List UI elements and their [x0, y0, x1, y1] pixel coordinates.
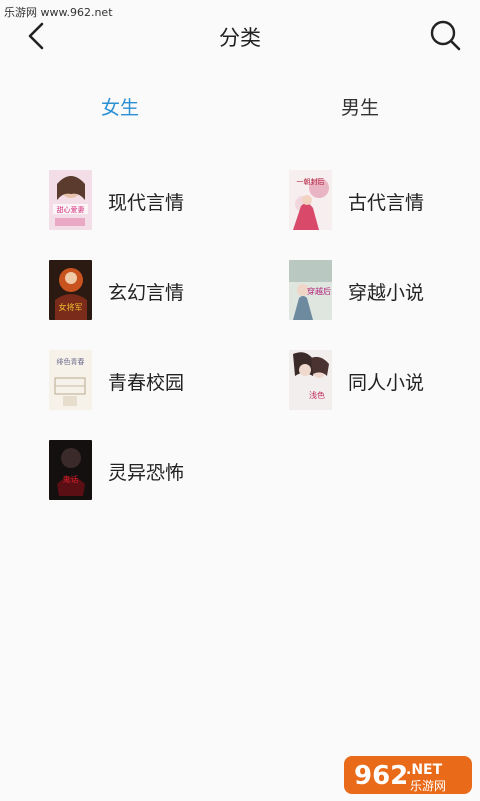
category-modern-romance[interactable]: 甜心爱妻 现代言情 [49, 170, 249, 230]
search-button[interactable] [428, 18, 462, 52]
category-label: 同人小说 [348, 372, 425, 394]
book-cover-image: 绯色青春 [49, 350, 92, 410]
gender-tabs: 女生 男生 [0, 88, 480, 128]
category-label: 穿越小说 [348, 282, 425, 304]
category-label: 青春校园 [108, 372, 185, 394]
svg-text:乐游网: 乐游网 [410, 779, 446, 793]
book-cover-image: 穿越后 [289, 260, 332, 320]
page-title: 分类 [219, 26, 261, 50]
svg-text:962: 962 [354, 761, 408, 791]
book-cover-image: 浅色 [289, 350, 332, 410]
svg-text:.NET: .NET [406, 762, 443, 778]
category-horror[interactable]: 鬼话 灵异恐怖 [49, 440, 249, 500]
svg-text:女将军: 女将军 [59, 302, 83, 312]
svg-text:一朝封后: 一朝封后 [297, 177, 325, 186]
svg-text:鬼话: 鬼话 [63, 474, 79, 484]
search-icon [430, 20, 461, 51]
site-logo: 962 .NET 乐游网 [344, 752, 476, 796]
book-cover-image: 鬼话 [49, 440, 92, 500]
category-label: 古代言情 [348, 192, 425, 214]
category-campus-youth[interactable]: 绯色青春 青春校园 [49, 350, 249, 410]
svg-text:穿越后: 穿越后 [307, 286, 331, 296]
book-cover-image: 一朝封后 [289, 170, 332, 230]
tab-female[interactable]: 女生 [0, 88, 240, 128]
category-label: 现代言情 [108, 192, 185, 214]
book-cover-image: 女将军 [49, 260, 92, 320]
category-ancient-romance[interactable]: 一朝封后 古代言情 [289, 170, 480, 230]
book-cover-image: 甜心爱妻 [49, 170, 92, 230]
category-fan-fiction[interactable]: 浅色 同人小说 [289, 350, 480, 410]
category-time-travel[interactable]: 穿越后 穿越小说 [289, 260, 480, 320]
top-bar: 分类 [0, 0, 480, 72]
tab-male[interactable]: 男生 [240, 88, 480, 128]
category-label: 灵异恐怖 [108, 462, 185, 484]
category-label: 玄幻言情 [108, 282, 185, 304]
category-fantasy-romance[interactable]: 女将军 玄幻言情 [49, 260, 249, 320]
svg-text:甜心爱妻: 甜心爱妻 [57, 205, 85, 214]
svg-text:浅色: 浅色 [309, 390, 325, 400]
svg-text:绯色青春: 绯色青春 [57, 357, 85, 366]
